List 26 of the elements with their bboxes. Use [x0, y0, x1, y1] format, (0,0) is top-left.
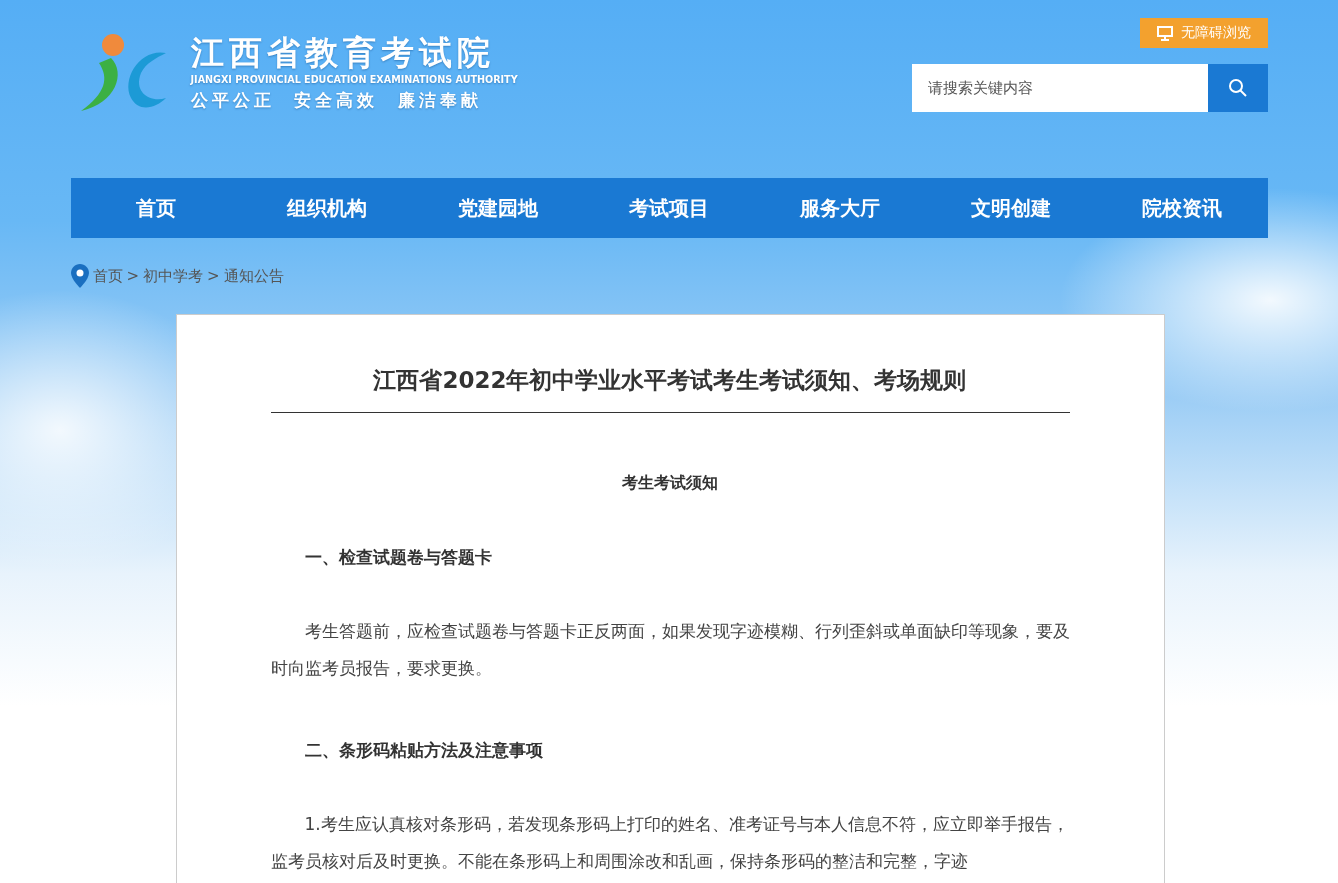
section-heading: 二、条形码粘贴方法及注意事项 [303, 739, 544, 762]
search-icon [1227, 78, 1248, 98]
section-title: 考生考试须知 [621, 473, 719, 494]
nav-item[interactable]: 文明创建 [925, 178, 1097, 238]
search-button[interactable] [1207, 64, 1268, 112]
paragraph: 1.考生应认真核对条形码，若发现条形码上打印的姓名、准考证号与本人信息不符，应立即举手报告，监考员核对后及时更换。不能在条形码上和周围涂改和乱画，保持条形码的整洁和完整，字迹 [270, 813, 1070, 873]
article-title: 江西省2022年初中学业水平考试考生考试须知、考场规则 [270, 355, 1070, 413]
nav-item[interactable]: 考试项目 [583, 178, 755, 238]
breadcrumb-link[interactable]: 通知公告 [223, 266, 284, 286]
monitor-icon [1156, 25, 1173, 41]
section-heading: 一、检查试题卷与答题卡 [303, 546, 493, 569]
nav-item[interactable]: 党建园地 [412, 178, 584, 238]
breadcrumb-separator: > [207, 267, 220, 285]
breadcrumb-separator: > [126, 267, 140, 285]
site-title: 江西省教育考试院 [190, 33, 496, 73]
site-subtitle: JIANGXI PROVINCIAL EDUCATION EXAMINATIONS AUTHORITY [190, 73, 518, 87]
location-pin-icon [70, 264, 89, 288]
paragraph: 考生答题前，应检查试题卷与答题卡正反两面，如果发现字迹模糊、行列歪斜或单面缺印等现象，要及时向监考员报告，要求更换。 [270, 620, 1070, 680]
nav-item[interactable]: 组织机构 [241, 178, 413, 238]
nav-item[interactable]: 服务大厅 [754, 178, 926, 238]
breadcrumb-link[interactable]: 初中学考 [143, 266, 204, 286]
breadcrumb-link[interactable]: 首页 [92, 266, 123, 286]
nav-item[interactable]: 院校资讯 [1096, 178, 1268, 238]
site-slogan: 公平公正 安全高效 廉洁奉献 [190, 89, 484, 112]
search-field[interactable]: 请搜索关键内容 [911, 64, 1208, 112]
nav-item[interactable]: 首页 [70, 178, 242, 238]
